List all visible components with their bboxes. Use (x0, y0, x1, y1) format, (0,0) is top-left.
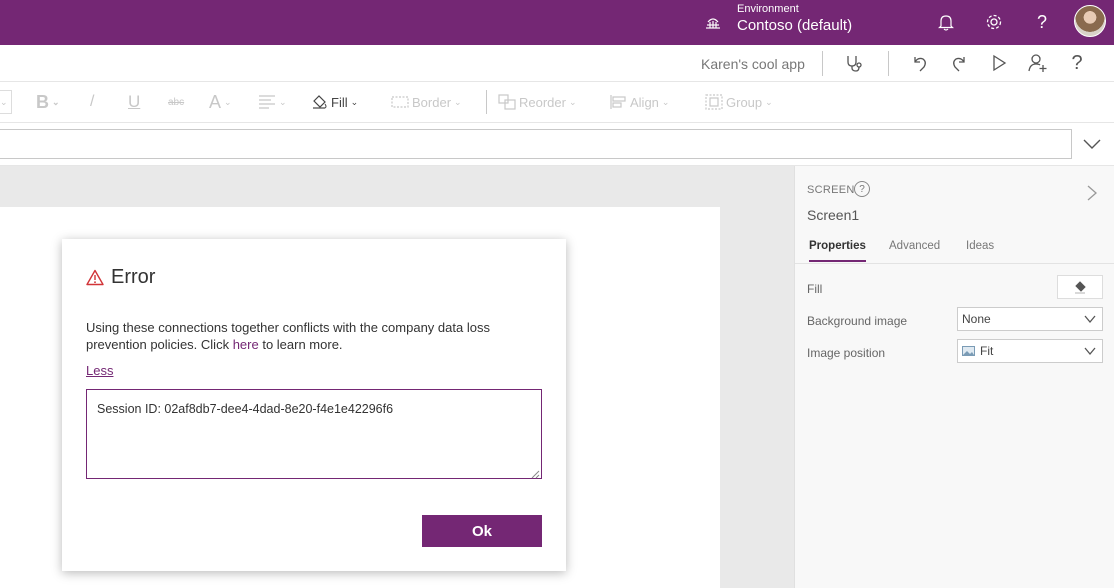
fill-label: Fill (331, 94, 348, 110)
format-toolbar: ⌄ B ⌄ / U abc A ⌄ ⌄ Fill ⌄ Border ⌄ Reorder ⌄… (0, 82, 1114, 123)
app-name[interactable]: Karen's cool app (701, 56, 805, 72)
chevron-down-icon[interactable] (1080, 133, 1104, 155)
group-button[interactable]: Group ⌄ (705, 92, 773, 112)
less-link[interactable]: Less (86, 363, 113, 378)
align-icon (610, 95, 626, 109)
app-checker-icon[interactable] (843, 52, 865, 74)
tab-properties[interactable]: Properties (809, 240, 866, 262)
font-dropdown[interactable]: ⌄ (0, 90, 12, 114)
top-bar: Environment Contoso (default) ? (0, 0, 1114, 45)
redo-icon[interactable] (948, 52, 970, 74)
italic-button[interactable]: / (90, 92, 94, 112)
resize-grip-icon[interactable] (531, 468, 540, 479)
background-image-label: Background image (807, 314, 908, 328)
align-text-icon (259, 95, 275, 109)
strike-label: abc (168, 96, 185, 108)
bold-button[interactable]: B ⌄ (36, 92, 60, 112)
border-icon (391, 96, 409, 108)
underline-label: U (128, 92, 141, 111)
italic-label: / (90, 93, 95, 110)
session-id-text: Session ID: 02af8db7-dee4-4dad-8e20-f4e1… (97, 402, 394, 416)
error-dialog: Error Using these connections together c… (62, 239, 566, 571)
dialog-message: Using these connections together conflic… (86, 319, 526, 353)
play-icon[interactable] (988, 52, 1010, 74)
help-icon[interactable]: ? (854, 181, 870, 197)
group-label: Group (726, 94, 763, 110)
chevron-down-icon (1084, 345, 1096, 357)
paint-bucket-icon (313, 95, 327, 109)
undo-icon[interactable] (909, 52, 931, 74)
tab-ideas[interactable]: Ideas (966, 240, 994, 262)
font-size-label: A (209, 91, 222, 112)
reorder-button[interactable]: Reorder ⌄ (498, 92, 577, 112)
gear-icon[interactable] (983, 11, 1005, 33)
control-type-label: SCREEN (807, 184, 855, 196)
reorder-icon (498, 94, 516, 110)
chevron-down-icon (1084, 313, 1096, 325)
background-image-value: None (962, 312, 991, 326)
image-position-dropdown[interactable]: Fit (957, 339, 1103, 363)
tab-advanced[interactable]: Advanced (889, 240, 940, 262)
fill-property-label: Fill (807, 282, 823, 296)
group-icon (705, 94, 723, 110)
divider (888, 51, 889, 76)
fill-button[interactable]: Fill ⌄ (310, 92, 358, 112)
text-align-button[interactable]: ⌄ (258, 92, 287, 112)
align-label: Align (630, 94, 659, 110)
command-bar: Karen's cool app ? (0, 45, 1114, 82)
chevron-right-icon[interactable] (1085, 184, 1099, 202)
divider (486, 90, 487, 114)
help-icon[interactable]: ? (1031, 11, 1053, 33)
warning-icon (86, 269, 104, 286)
font-size-button[interactable]: A ⌄ (209, 92, 232, 112)
paint-bucket-icon (1075, 281, 1086, 294)
bell-icon[interactable] (935, 11, 957, 33)
ok-button[interactable]: Ok (422, 515, 542, 547)
bold-label: B (36, 91, 49, 112)
dialog-message-suffix: to learn more. (258, 337, 343, 352)
strikethrough-button[interactable]: abc (168, 92, 184, 112)
screen-name: Screen1 (807, 207, 860, 223)
environment-icon[interactable] (703, 12, 723, 32)
image-icon (962, 346, 975, 356)
environment-name[interactable]: Contoso (default) (737, 17, 852, 34)
help-icon[interactable]: ? (1066, 52, 1088, 74)
property-tabs: Properties Advanced Ideas (795, 240, 1114, 264)
share-icon[interactable] (1027, 52, 1049, 74)
reorder-label: Reorder (519, 94, 566, 110)
border-label: Border (412, 94, 452, 110)
error-details-textarea[interactable]: Session ID: 02af8db7-dee4-4dad-8e20-f4e1… (86, 389, 542, 479)
formula-input[interactable] (0, 129, 1072, 159)
dialog-title: Error (111, 266, 156, 288)
learn-more-link[interactable]: here (233, 337, 259, 352)
formula-bar (0, 123, 1114, 166)
avatar[interactable] (1074, 5, 1106, 37)
image-position-value: Fit (980, 344, 994, 358)
align-button[interactable]: Align ⌄ (609, 92, 669, 112)
environment-label: Environment (737, 3, 799, 15)
divider (822, 51, 823, 76)
background-image-dropdown[interactable]: None (957, 307, 1103, 331)
border-button[interactable]: Border ⌄ (391, 92, 462, 112)
properties-pane: SCREEN ? Screen1 Properties Advanced Ide… (794, 166, 1114, 588)
underline-button[interactable]: U (128, 92, 140, 112)
fill-color-picker[interactable] (1057, 275, 1103, 299)
image-position-label: Image position (807, 346, 886, 360)
